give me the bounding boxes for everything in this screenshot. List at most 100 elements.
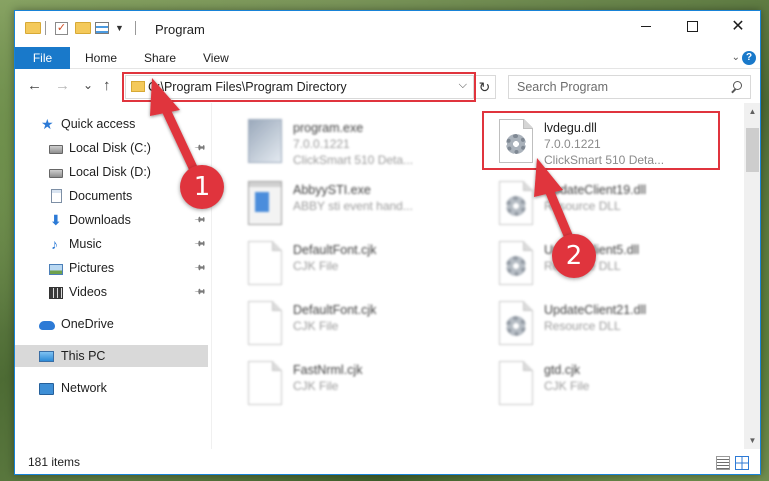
sidebar-item-label: OneDrive bbox=[61, 317, 114, 331]
folder-icon bbox=[25, 20, 41, 36]
file-name: UpdateClient19.dll bbox=[544, 183, 647, 197]
file-item[interactable]: program.exe 7.0.0.1221 ClickSmart 510 De… bbox=[238, 117, 478, 169]
pin-icon[interactable]: 🖈 bbox=[190, 283, 209, 302]
file-item[interactable]: DefaultFont.cjk CJK File bbox=[238, 299, 478, 351]
download-icon: ⬇ bbox=[50, 212, 62, 228]
star-icon: ★ bbox=[41, 116, 54, 132]
address-highlight-box bbox=[122, 72, 476, 102]
blank-file-icon bbox=[499, 361, 533, 405]
recent-locations-icon[interactable]: ⌄ bbox=[83, 78, 93, 92]
customize-quick-access-icon[interactable]: ▼ bbox=[115, 20, 124, 36]
file-description: CJK File bbox=[544, 379, 590, 393]
file-description: CJK File bbox=[293, 259, 339, 273]
music-icon: ♪ bbox=[51, 236, 58, 252]
dll-gear-icon bbox=[499, 181, 533, 225]
file-item[interactable]: AbbyySTI.exe ABBY sti event hand... bbox=[238, 179, 478, 231]
pin-icon[interactable]: 🖈 bbox=[190, 235, 209, 254]
drive-icon bbox=[49, 145, 63, 154]
blank-file-icon bbox=[248, 301, 282, 345]
sidebar-item-pictures[interactable]: Pictures 🖈 bbox=[15, 257, 208, 279]
file-name: UpdateClient21.dll bbox=[544, 303, 647, 317]
forward-arrow-icon[interactable]: → bbox=[55, 77, 70, 94]
tab-share[interactable]: Share bbox=[144, 47, 176, 69]
file-description: CJK File bbox=[293, 379, 339, 393]
search-input[interactable]: Search Program bbox=[508, 75, 751, 99]
file-item[interactable]: UpdateClient5.dll Resource DLL bbox=[489, 239, 729, 291]
pin-icon[interactable]: 🖈 bbox=[190, 259, 209, 278]
dll-gear-icon bbox=[499, 241, 533, 285]
exe-icon bbox=[248, 119, 282, 163]
sidebar-item-onedrive[interactable]: OneDrive bbox=[15, 313, 208, 335]
sidebar-item-local-disk-c[interactable]: Local Disk (C:) 🖈 bbox=[15, 137, 208, 159]
sidebar-item-label: Music bbox=[69, 237, 102, 251]
scroll-up-icon[interactable]: ▲ bbox=[744, 103, 760, 120]
expand-ribbon-icon[interactable]: ⌄ bbox=[732, 52, 740, 63]
pictures-icon bbox=[49, 263, 63, 275]
sidebar-item-downloads[interactable]: ⬇ Downloads 🖈 bbox=[15, 209, 208, 231]
minimize-button[interactable] bbox=[623, 11, 669, 41]
cloud-icon bbox=[39, 321, 55, 330]
file-name: DefaultFont.cjk bbox=[293, 243, 377, 257]
drive-icon bbox=[49, 169, 63, 178]
step-2-badge: 2 bbox=[552, 234, 596, 278]
video-icon bbox=[49, 286, 63, 299]
item-count: 181 items bbox=[28, 455, 81, 469]
properties-check-icon[interactable]: ✓ bbox=[55, 20, 68, 36]
sidebar-item-label: Local Disk (C:) bbox=[69, 141, 151, 155]
file-version: 7.0.0.1221 bbox=[293, 137, 350, 151]
dll-gear-icon bbox=[499, 301, 533, 345]
file-item[interactable]: FastNrml.cjk CJK File bbox=[238, 359, 478, 411]
file-name: gtd.cjk bbox=[544, 363, 581, 377]
tab-view[interactable]: View bbox=[203, 47, 229, 69]
new-folder-icon[interactable] bbox=[75, 20, 91, 36]
back-arrow-icon[interactable]: ← bbox=[27, 77, 42, 94]
file-name: DefaultFont.cjk bbox=[293, 303, 377, 317]
scroll-thumb[interactable] bbox=[746, 128, 759, 172]
vertical-scrollbar[interactable]: ▲ ▼ bbox=[744, 103, 760, 449]
file-description: ClickSmart 510 Deta... bbox=[293, 153, 414, 167]
help-icon[interactable]: ? bbox=[742, 51, 756, 65]
large-icons-view-icon[interactable] bbox=[735, 456, 749, 470]
file-name: AbbyySTI.exe bbox=[293, 183, 371, 197]
file-description: CJK File bbox=[293, 319, 339, 333]
sidebar-item-videos[interactable]: Videos 🖈 bbox=[15, 281, 208, 303]
up-arrow-icon[interactable]: ↑ bbox=[103, 77, 111, 94]
maximize-button[interactable] bbox=[669, 11, 715, 41]
file-item[interactable]: gtd.cjk CJK File bbox=[489, 359, 729, 411]
ribbon-tabs: File Home Share View ⌄ ? bbox=[15, 47, 760, 69]
file-item[interactable]: UpdateClient21.dll Resource DLL bbox=[489, 299, 729, 351]
search-icon[interactable] bbox=[731, 81, 742, 92]
sidebar-item-music[interactable]: ♪ Music 🖈 bbox=[15, 233, 208, 255]
details-view-icon[interactable] bbox=[716, 456, 730, 470]
close-button[interactable]: ✕ bbox=[715, 11, 760, 41]
sidebar-item-this-pc[interactable]: This PC bbox=[15, 345, 208, 367]
status-bar: 181 items bbox=[15, 451, 760, 474]
title-bar: ✓ ▼ Program ✕ bbox=[15, 11, 760, 47]
sidebar-item-network[interactable]: Network bbox=[15, 377, 208, 399]
tab-file[interactable]: File bbox=[15, 47, 70, 69]
search-placeholder: Search Program bbox=[517, 80, 609, 94]
file-item[interactable]: DefaultFont.cjk CJK File bbox=[238, 239, 478, 291]
document-icon bbox=[51, 189, 62, 203]
sidebar-item-quick-access[interactable]: ★ Quick access bbox=[15, 113, 208, 135]
sidebar-item-local-disk-d[interactable]: Local Disk (D:) bbox=[15, 161, 208, 183]
sidebar-item-label: Quick access bbox=[61, 117, 136, 131]
computer-icon bbox=[39, 351, 54, 362]
refresh-button[interactable]: ↻ bbox=[474, 75, 496, 99]
properties-icon[interactable] bbox=[95, 20, 109, 36]
sidebar-item-label: Local Disk (D:) bbox=[69, 165, 151, 179]
sidebar-item-label: Downloads bbox=[69, 213, 131, 227]
navigation-pane: ★ Quick access Local Disk (C:) 🖈 Local D… bbox=[15, 109, 210, 449]
file-name: program.exe bbox=[293, 121, 364, 135]
title-separator bbox=[135, 20, 136, 36]
scroll-down-icon[interactable]: ▼ bbox=[744, 432, 760, 449]
pin-icon[interactable]: 🖈 bbox=[190, 211, 209, 230]
sidebar-item-label: Videos bbox=[69, 285, 107, 299]
pin-icon[interactable]: 🖈 bbox=[190, 139, 209, 158]
file-name: FastNrml.cjk bbox=[293, 363, 363, 377]
exe-icon bbox=[248, 181, 282, 225]
window-title: Program bbox=[155, 22, 205, 37]
tab-home[interactable]: Home bbox=[85, 47, 117, 69]
sidebar-item-label: Network bbox=[61, 381, 107, 395]
file-item[interactable]: UpdateClient19.dll Resource DLL bbox=[489, 179, 729, 231]
